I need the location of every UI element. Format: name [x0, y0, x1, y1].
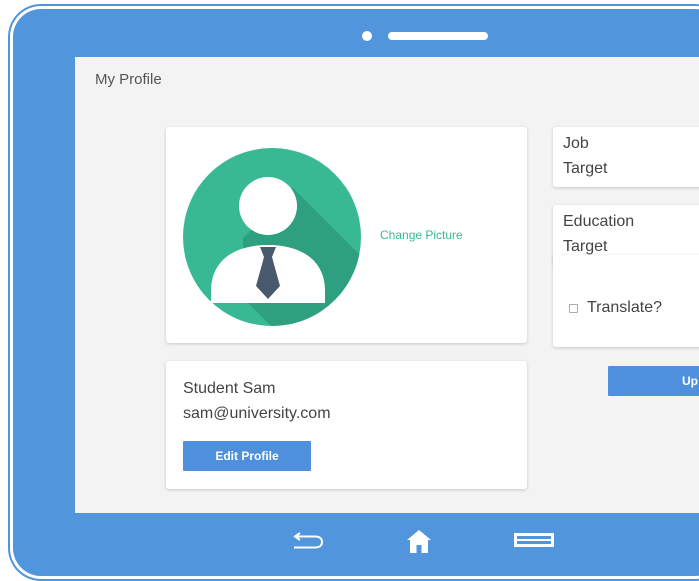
back-button[interactable]	[291, 527, 325, 553]
change-picture-link[interactable]: Change Picture	[380, 228, 463, 242]
page-title: My Profile	[95, 71, 162, 88]
education-target-sublabel: Target	[563, 238, 608, 255]
job-target-sublabel: Target	[563, 160, 608, 177]
translate-card: Translate?	[553, 255, 699, 347]
student-name: Student Sam	[183, 380, 276, 397]
screen: My Profile Change Picture Student Sam sa…	[75, 57, 699, 513]
translate-checkbox[interactable]	[569, 303, 578, 313]
recent-apps-button[interactable]	[514, 527, 554, 553]
home-icon	[407, 530, 431, 553]
speaker-slot	[388, 32, 488, 40]
camera-dot	[362, 31, 372, 41]
avatar-card: Change Picture	[166, 127, 527, 343]
user-avatar-icon	[183, 148, 361, 326]
student-email: sam@university.com	[183, 405, 331, 422]
job-target-card[interactable]: Job Target	[553, 127, 699, 187]
avatar	[183, 148, 361, 326]
home-button[interactable]	[404, 527, 434, 555]
profile-info-card: Student Sam sam@university.com Edit Prof…	[166, 361, 527, 489]
translate-label: Translate?	[587, 299, 662, 316]
recent-apps-icon	[514, 533, 554, 547]
update-button[interactable]: Up	[608, 366, 699, 396]
education-target-label: Education	[563, 213, 635, 230]
translate-row: Translate?	[569, 299, 662, 317]
back-icon	[293, 532, 324, 549]
job-target-label: Job	[563, 135, 589, 152]
edit-profile-button[interactable]: Edit Profile	[183, 441, 311, 471]
